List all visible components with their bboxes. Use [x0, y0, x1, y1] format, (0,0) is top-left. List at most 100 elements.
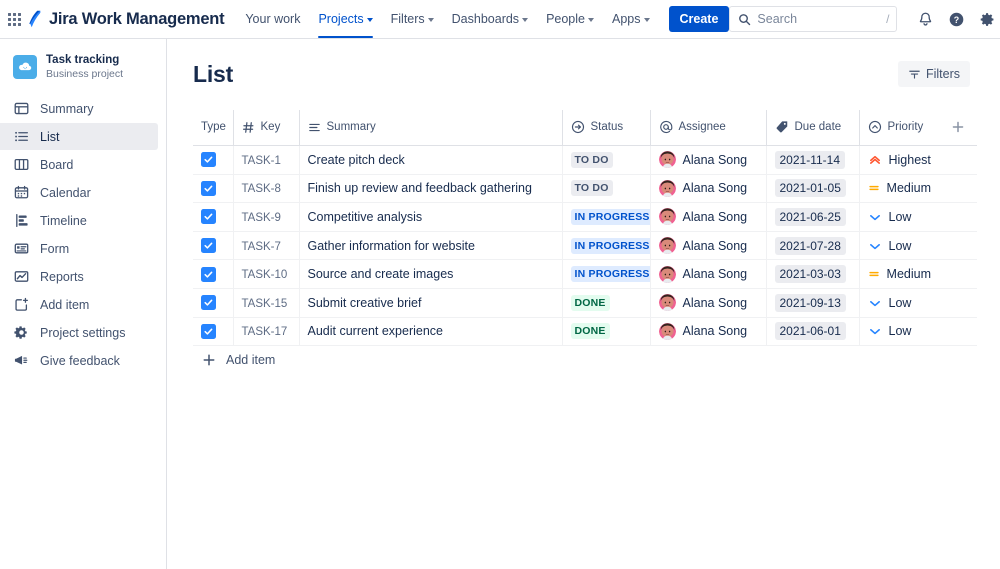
cell-assignee[interactable]: Alana Song: [649, 174, 766, 204]
cell-assignee[interactable]: Alana Song: [649, 317, 766, 347]
issue-key-link[interactable]: TASK-9: [242, 212, 281, 224]
create-button[interactable]: Create: [668, 6, 730, 32]
status-badge[interactable]: TO DO: [570, 180, 613, 197]
issue-key-link[interactable]: TASK-8: [242, 183, 281, 195]
help-button[interactable]: ?: [942, 5, 970, 33]
cell-summary[interactable]: Submit creative brief: [298, 288, 562, 318]
status-badge[interactable]: DONE: [570, 323, 610, 340]
sidebar-item-give-feedback[interactable]: Give feedback: [0, 347, 158, 374]
task-type-icon[interactable]: [201, 323, 216, 339]
cell-status[interactable]: IN PROGRESS: [561, 259, 650, 289]
cell-due-date[interactable]: 2021-06-01: [765, 317, 859, 347]
cell-summary[interactable]: Finish up review and feedback gathering: [298, 174, 562, 204]
status-badge[interactable]: DONE: [570, 294, 610, 311]
status-badge[interactable]: TO DO: [570, 151, 613, 168]
task-type-icon[interactable]: [201, 180, 216, 196]
global-search[interactable]: /: [729, 6, 898, 32]
cell-due-date[interactable]: 2021-01-05: [765, 174, 859, 204]
search-input[interactable]: [757, 12, 883, 26]
app-switcher-button[interactable]: [8, 6, 21, 32]
cell-due-date[interactable]: 2021-09-13: [765, 288, 859, 318]
task-type-icon[interactable]: [201, 238, 216, 254]
assignee-field[interactable]: Alana Song: [658, 151, 758, 169]
cell-type[interactable]: [193, 231, 233, 261]
issue-key-link[interactable]: TASK-10: [242, 269, 288, 281]
sidebar-item-reports[interactable]: Reports: [0, 263, 158, 290]
issue-key-link[interactable]: TASK-7: [242, 241, 281, 253]
cell-type[interactable]: [193, 202, 233, 232]
table-row[interactable]: TASK-10 Source and create images IN PROGRE…: [193, 259, 977, 289]
assignee-field[interactable]: Alana Song: [658, 322, 758, 340]
cell-summary[interactable]: Gather information for website: [298, 231, 562, 261]
column-header-due-date[interactable]: Due date: [765, 110, 859, 146]
cell-priority[interactable]: Low: [858, 231, 939, 261]
task-type-icon[interactable]: [201, 152, 216, 168]
assignee-field[interactable]: Alana Song: [658, 237, 758, 255]
due-date-value[interactable]: 2021-06-01: [774, 322, 846, 341]
priority-field[interactable]: Low: [868, 239, 932, 253]
nav-filters[interactable]: Filters: [382, 0, 443, 38]
table-row[interactable]: TASK-9 Competitive analysis IN PROGRESS Ala…: [193, 202, 977, 232]
jira-home-link[interactable]: Jira Work Management: [27, 10, 225, 29]
cell-status[interactable]: IN PROGRESS: [561, 231, 650, 261]
cell-assignee[interactable]: Alana Song: [649, 145, 766, 175]
cell-type[interactable]: [193, 145, 233, 175]
cell-status[interactable]: IN PROGRESS: [561, 202, 650, 232]
sidebar-item-calendar[interactable]: Calendar: [0, 179, 158, 206]
cell-due-date[interactable]: 2021-07-28: [765, 231, 859, 261]
issue-summary-link[interactable]: Submit creative brief: [308, 296, 422, 310]
column-header-assignee[interactable]: Assignee: [649, 110, 766, 146]
cell-type[interactable]: [193, 259, 233, 289]
cell-due-date[interactable]: 2021-03-03: [765, 259, 859, 289]
sidebar-item-summary[interactable]: Summary: [0, 95, 158, 122]
due-date-value[interactable]: 2021-09-13: [774, 293, 846, 312]
status-badge[interactable]: IN PROGRESS: [570, 208, 650, 225]
issue-summary-link[interactable]: Create pitch deck: [308, 153, 405, 167]
due-date-value[interactable]: 2021-07-28: [774, 236, 846, 255]
cell-assignee[interactable]: Alana Song: [649, 202, 766, 232]
filters-button[interactable]: Filters: [897, 61, 970, 87]
cell-assignee[interactable]: Alana Song: [649, 288, 766, 318]
cell-type[interactable]: [193, 317, 233, 347]
nav-projects[interactable]: Projects: [309, 0, 381, 38]
priority-field[interactable]: Low: [868, 324, 932, 338]
assignee-field[interactable]: Alana Song: [658, 179, 758, 197]
sidebar-item-project-settings[interactable]: Project settings: [0, 319, 158, 346]
add-item-row-button[interactable]: Add item: [193, 346, 383, 374]
cell-type[interactable]: [193, 288, 233, 318]
priority-field[interactable]: Low: [868, 210, 932, 224]
cell-status[interactable]: TO DO: [561, 174, 650, 204]
cell-assignee[interactable]: Alana Song: [649, 259, 766, 289]
column-header-key[interactable]: Key: [232, 110, 299, 146]
sidebar-item-timeline[interactable]: Timeline: [0, 207, 158, 234]
priority-field[interactable]: Medium: [868, 181, 931, 195]
issue-summary-link[interactable]: Source and create images: [308, 267, 454, 281]
status-badge[interactable]: IN PROGRESS: [570, 237, 650, 254]
cell-status[interactable]: DONE: [561, 288, 650, 318]
due-date-value[interactable]: 2021-03-03: [774, 265, 846, 284]
sidebar-item-list[interactable]: List: [0, 123, 158, 150]
table-row[interactable]: TASK-7 Gather information for website IN P…: [193, 231, 977, 261]
cell-type[interactable]: [193, 174, 233, 204]
cell-due-date[interactable]: 2021-06-25: [765, 202, 859, 232]
table-row[interactable]: TASK-15 Submit creative brief DONE Alana So…: [193, 288, 977, 318]
nav-your-work[interactable]: Your work: [236, 0, 309, 38]
nav-apps[interactable]: Apps: [603, 0, 659, 38]
issue-key-link[interactable]: TASK-17: [242, 326, 288, 338]
cell-key[interactable]: TASK-10: [232, 259, 299, 289]
column-header-summary[interactable]: Summary: [298, 110, 562, 146]
project-header[interactable]: Task tracking Business project: [0, 51, 166, 81]
issue-summary-link[interactable]: Competitive analysis: [308, 210, 423, 224]
table-row[interactable]: TASK-17 Audit current experience DONE Alana…: [193, 317, 977, 347]
cell-priority[interactable]: Low: [858, 202, 939, 232]
sidebar-item-form[interactable]: Form: [0, 235, 158, 262]
priority-field[interactable]: Low: [868, 296, 932, 310]
cell-status[interactable]: DONE: [561, 317, 650, 347]
table-row[interactable]: TASK-1 Create pitch deck TO DO Alana Song 20…: [193, 145, 977, 175]
nav-people[interactable]: People: [537, 0, 603, 38]
cell-summary[interactable]: Source and create images: [298, 259, 562, 289]
add-column-button[interactable]: [947, 116, 969, 138]
cell-summary[interactable]: Audit current experience: [298, 317, 562, 347]
sidebar-item-board[interactable]: Board: [0, 151, 158, 178]
priority-field[interactable]: Highest: [868, 153, 932, 167]
